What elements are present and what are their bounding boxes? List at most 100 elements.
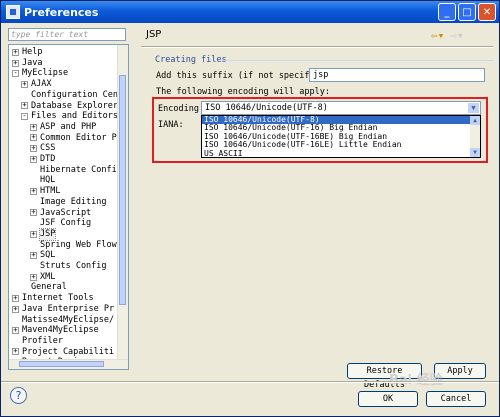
close-button[interactable]: ✕ — [478, 3, 496, 21]
collapse-icon[interactable]: - — [12, 70, 19, 78]
tree-item[interactable]: Spring Web Flow — [30, 240, 117, 251]
expand-icon[interactable]: + — [30, 209, 37, 217]
tree-item-label: JSF Config — [40, 218, 92, 229]
tree-item[interactable]: + Java Enterprise Pr — [12, 304, 114, 315]
encoding-value: ISO 10646/Unicode(UTF-8) — [205, 103, 328, 113]
tree-item-label: JavaScript — [40, 207, 92, 218]
tree-item[interactable]: + JavaScript — [30, 208, 91, 219]
window-title: Preferences — [24, 5, 99, 19]
expand-icon[interactable]: + — [12, 48, 19, 56]
forward-arrow-icon[interactable]: ⇨▾ — [450, 29, 463, 42]
tree-item[interactable]: + JSP — [30, 227, 57, 241]
collapse-icon[interactable]: - — [21, 113, 28, 121]
expand-icon[interactable]: + — [30, 155, 37, 163]
ok-button[interactable]: OK — [358, 391, 418, 407]
expand-icon[interactable]: + — [21, 102, 28, 110]
scroll-thumb[interactable] — [19, 361, 104, 367]
tree-item-label: Internet Tools — [22, 293, 94, 304]
expand-icon[interactable]: + — [12, 59, 19, 67]
expand-icon[interactable]: + — [12, 327, 19, 335]
apply-button[interactable]: Apply — [434, 363, 486, 379]
expand-icon[interactable]: + — [30, 187, 37, 195]
tree-item-label: Matisse4MyEclipse/ — [22, 314, 115, 325]
tree-item-label: Java — [22, 57, 43, 68]
encoding-label: Encoding: — [158, 104, 205, 114]
preferences-window: Preferences _ □ ✕ type filter text + Help… — [0, 0, 500, 417]
tree-item[interactable]: + HTML — [30, 186, 60, 197]
tree-item-label: CSS — [40, 143, 56, 154]
tree-item[interactable]: - Files and Editors — [21, 111, 118, 122]
tree-item[interactable]: + Common Editor P — [30, 133, 117, 144]
tree-item-label: HQL — [40, 175, 56, 186]
encoding-option[interactable]: ISO 10646/Unicode(UTF-16LE) Little Endia… — [202, 140, 480, 149]
section-rule — [221, 60, 493, 61]
maximize-button[interactable]: □ — [458, 3, 476, 21]
expand-icon[interactable]: + — [30, 252, 37, 260]
preference-tree: + Help + Java - MyEclipse + AJAX Configuration C… — [8, 44, 129, 370]
expand-icon[interactable]: + — [30, 230, 37, 238]
expand-icon[interactable]: + — [30, 134, 37, 142]
footer-divider — [1, 381, 499, 383]
tree-item-label: Common Editor P — [40, 132, 117, 143]
tree-item-label: Database Explorer — [31, 100, 118, 111]
expand-icon[interactable]: + — [30, 273, 37, 281]
tree-item-label: Project Capabiliti — [22, 346, 115, 357]
tree-item-label: HTML — [40, 186, 61, 197]
app-icon — [6, 5, 20, 19]
chevron-down-icon[interactable]: ▼ — [468, 103, 479, 113]
tree-item[interactable]: General — [21, 282, 67, 293]
iana-label: IANA: — [158, 120, 184, 130]
cancel-button[interactable]: Cancel — [426, 391, 486, 407]
tree-item[interactable]: + Java — [12, 58, 42, 69]
tree-item-label: XML — [40, 271, 56, 282]
tree-item-label: MyEclipse — [22, 68, 69, 79]
scroll-down-icon[interactable]: ▼ — [470, 148, 480, 157]
tree-horizontal-scrollbar[interactable] — [9, 359, 128, 369]
tree-item[interactable]: + Database Explorer — [21, 101, 118, 112]
tree-item[interactable]: + Help — [12, 47, 42, 58]
list-scrollbar[interactable]: ▲ ▼ — [470, 116, 480, 157]
tree-item[interactable]: + AJAX — [21, 79, 51, 90]
tree-item[interactable]: + Maven4MyEclipse — [12, 325, 99, 336]
encoding-select[interactable]: ISO 10646/Unicode(UTF-8) ▼ — [201, 101, 481, 115]
tree-item[interactable]: Matisse4MyEclipse/ — [12, 315, 114, 326]
expand-icon[interactable]: + — [12, 294, 19, 302]
tree-item[interactable]: + ASP and PHP — [30, 122, 96, 133]
encoding-option[interactable]: US ASCII — [202, 149, 480, 157]
suffix-input[interactable]: jsp — [309, 68, 485, 82]
expand-icon[interactable]: + — [30, 145, 37, 153]
minimize-button[interactable]: _ — [438, 3, 456, 21]
tree-item[interactable]: + Project Capabiliti — [12, 347, 114, 358]
expand-icon[interactable]: + — [21, 80, 28, 88]
tree-item-label: General — [31, 282, 67, 293]
tree-item-label: ASP and PHP — [40, 121, 97, 132]
help-icon[interactable]: ? — [10, 387, 27, 404]
tree-item-label: Profiler — [22, 335, 63, 346]
tree-item[interactable]: + XML — [30, 272, 55, 283]
scroll-thumb[interactable] — [119, 75, 126, 305]
tree-item[interactable]: + SQL — [30, 250, 55, 261]
tree-item[interactable]: + CSS — [30, 143, 55, 154]
expand-icon[interactable]: + — [12, 348, 19, 356]
tree-item-label: Java Enterprise Pr — [22, 303, 115, 314]
tree-item[interactable]: JSF Config — [30, 218, 91, 229]
tree-item[interactable]: Struts Config — [30, 261, 107, 272]
tree-item[interactable]: Configuration Cent — [21, 90, 123, 101]
tree-item[interactable]: HQL — [30, 175, 55, 186]
back-arrow-icon[interactable]: ⇦▾ — [431, 29, 444, 42]
tree-item[interactable]: + Internet Tools — [12, 293, 94, 304]
tree-item[interactable]: - MyEclipse — [12, 68, 68, 79]
tree-item-label: Hibernate Confi — [40, 164, 117, 175]
tree-item[interactable]: Profiler — [12, 336, 63, 347]
expand-icon[interactable]: + — [30, 123, 37, 131]
tree-item[interactable]: Hibernate Confi — [30, 165, 117, 176]
filter-input[interactable]: type filter text — [8, 28, 126, 41]
title-bar[interactable]: Preferences _ □ ✕ — [1, 1, 499, 23]
expand-icon[interactable]: + — [12, 305, 19, 313]
tree-item[interactable]: + DTD — [30, 154, 55, 165]
tree-item-label: Spring Web Flow — [40, 239, 117, 250]
tree-item[interactable]: Image Editing — [30, 197, 107, 208]
restore-defaults-button[interactable]: Restore Defaults — [347, 363, 422, 390]
tree-vertical-scrollbar[interactable] — [117, 45, 128, 361]
scroll-up-icon[interactable]: ▲ — [470, 116, 480, 125]
